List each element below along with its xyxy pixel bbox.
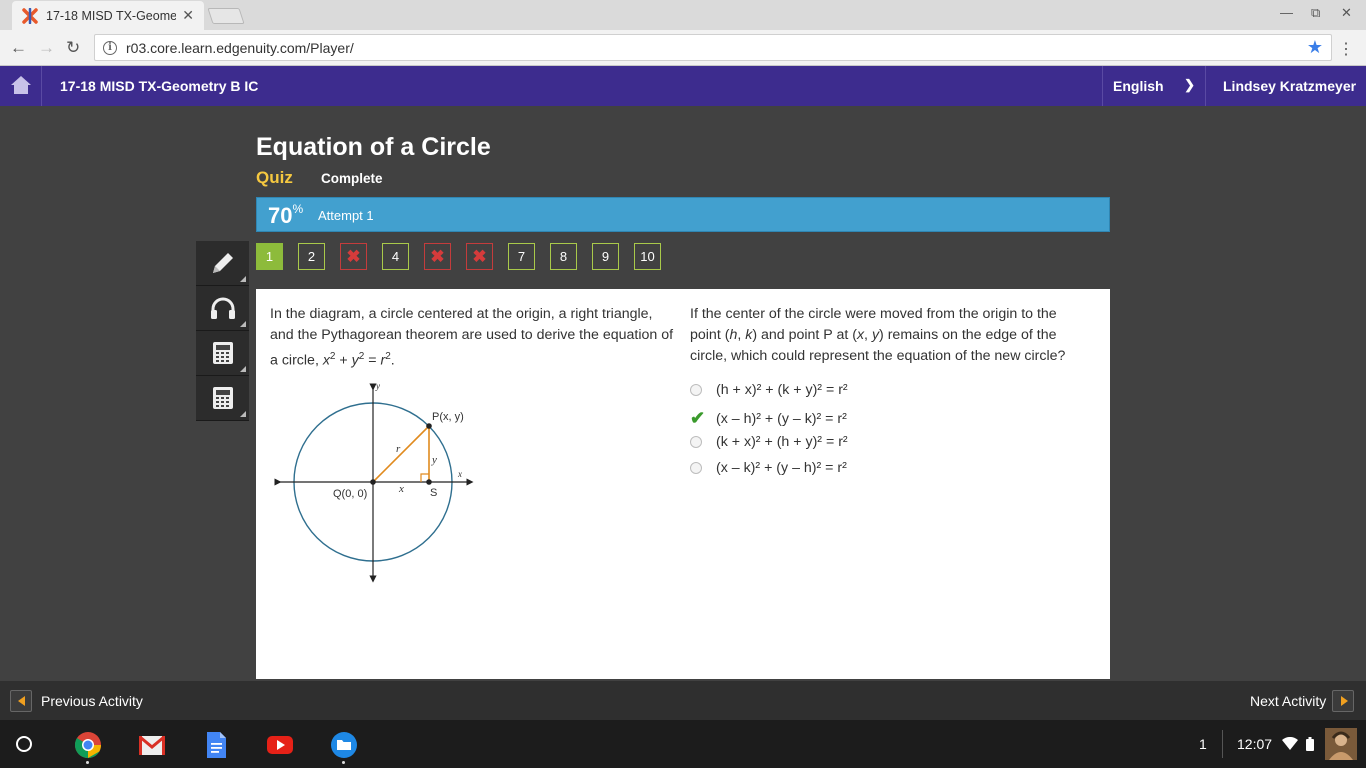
question-intro: In the diagram, a circle centered at the… (270, 306, 674, 369)
gmail-icon[interactable] (138, 731, 166, 759)
page-title: Equation of a Circle (256, 133, 491, 161)
question-button-4[interactable]: 4 (382, 243, 409, 270)
activity-status: Complete (321, 171, 383, 186)
previous-arrow-icon[interactable] (10, 690, 32, 712)
running-indicator (342, 761, 345, 764)
tab-close-icon[interactable]: ✕ (182, 7, 194, 24)
next-activity-link[interactable]: Next Activity (1250, 693, 1326, 709)
question-navigation: 1 2 ✖ 4 ✖ ✖ 7 8 9 10 (256, 243, 676, 270)
question-button-8[interactable]: 8 (550, 243, 577, 270)
app-header: 17-18 MISD TX-Geometry B IC English ❯ Li… (0, 66, 1366, 106)
browser-tab[interactable]: 17-18 MISD TX-Geometry ✕ (12, 1, 204, 30)
point-q-label: Q(0, 0) (333, 488, 367, 500)
answer-option-1[interactable]: (h + x)² + (k + y)² = r² (690, 382, 848, 398)
activity-nav-bar: Previous Activity Next Activity (0, 681, 1366, 720)
tab-title: 17-18 MISD TX-Geometry (46, 8, 177, 23)
answer-option-3[interactable]: (k + x)² + (h + y)² = r² (690, 434, 848, 450)
attempt-label: Attempt 1 (318, 208, 374, 223)
label-r: r (396, 443, 401, 455)
answer-option-4[interactable]: (x – k)² + (y – h)² = r² (690, 460, 847, 476)
google-docs-icon[interactable] (202, 731, 230, 759)
chrome-icon[interactable] (74, 731, 102, 759)
radio-button[interactable] (690, 462, 702, 474)
restore-icon[interactable]: ⧉ (1311, 5, 1320, 21)
question-button-5[interactable]: ✖ (424, 243, 451, 270)
point-p-label: P(x, y) (432, 411, 464, 423)
label-y: y (431, 454, 437, 466)
answer-text: (x – h)² + (y – k)² = r² (716, 410, 847, 427)
home-button[interactable] (0, 66, 42, 106)
language-value: English (1113, 78, 1164, 94)
browser-tabstrip: 17-18 MISD TX-Geometry ✕ — ⧉ ✕ (0, 0, 1366, 30)
tray-divider (1222, 730, 1223, 758)
notification-count[interactable]: 1 (1199, 736, 1207, 752)
origin-point (370, 479, 376, 485)
previous-activity-link[interactable]: Previous Activity (41, 693, 143, 709)
back-icon[interactable]: ← (10, 38, 27, 58)
activity-type: Quiz (256, 168, 293, 187)
answer-text: (k + x)² + (h + y)² = r² (716, 434, 848, 450)
running-indicator (86, 761, 89, 764)
score-bar: 70% Attempt 1 (256, 197, 1110, 232)
next-arrow-icon[interactable] (1332, 690, 1354, 712)
scientific-calculator-tool-button[interactable] (196, 376, 249, 421)
window-close-icon[interactable]: ✕ (1341, 5, 1352, 21)
checkmark-icon: ✔ (690, 408, 706, 428)
point-p (426, 423, 432, 429)
os-shelf: 1 12:07 (0, 720, 1366, 768)
site-info-icon[interactable]: i (103, 40, 117, 55)
browser-toolbar: ← → ↻ i r03.core.learn.edgenuity.com/Pla… (0, 30, 1366, 66)
battery-icon[interactable] (1306, 737, 1314, 751)
wifi-icon[interactable] (1282, 737, 1298, 750)
question-button-10[interactable]: 10 (634, 243, 661, 270)
reload-icon[interactable]: ↻ (66, 38, 80, 58)
audio-tool-button[interactable] (196, 286, 249, 331)
url-text: r03.core.learn.edgenuity.com/Player/ (126, 39, 354, 56)
avatar[interactable] (1325, 728, 1357, 760)
launcher-icon[interactable] (16, 736, 32, 752)
calculator-icon (212, 387, 233, 409)
x-axis-label: x (457, 469, 462, 479)
answer-text: (h + x)² + (k + y)² = r² (716, 382, 848, 398)
circle-diagram: P(x, y) Q(0, 0) S r x y x y (274, 381, 474, 583)
forward-icon[interactable]: → (38, 38, 55, 58)
bookmark-star-icon[interactable]: ★ (1307, 37, 1323, 58)
score-percent: 70% (268, 201, 304, 228)
question-panel: In the diagram, a circle centered at the… (256, 289, 1110, 679)
chevron-down-icon: ❯ (1184, 77, 1195, 92)
answer-option-2[interactable]: ✔ (x – h)² + (y – k)² = r² (690, 408, 847, 429)
files-icon[interactable] (330, 731, 358, 759)
menu-icon[interactable]: ⋮ (1338, 39, 1354, 59)
label-x: x (398, 483, 404, 495)
point-s-label: S (430, 487, 437, 499)
youtube-icon[interactable] (266, 731, 294, 759)
question-button-3[interactable]: ✖ (340, 243, 367, 270)
minimize-icon[interactable]: — (1280, 5, 1293, 20)
pencil-tool-button[interactable] (196, 241, 249, 286)
answer-text: (x – k)² + (y – h)² = r² (716, 460, 847, 476)
point-s (426, 479, 432, 485)
home-icon (11, 76, 31, 94)
question-button-1[interactable]: 1 (256, 243, 283, 270)
tools-sidebar (196, 241, 249, 421)
new-tab-button[interactable] (207, 8, 245, 24)
y-axis-label: y (375, 381, 380, 391)
course-title: 17-18 MISD TX-Geometry B IC (60, 78, 259, 94)
language-select[interactable]: English ❯ (1102, 66, 1206, 106)
clock[interactable]: 12:07 (1237, 736, 1272, 752)
user-name[interactable]: Lindsey Kratzmeyer (1223, 78, 1356, 94)
calculator-icon (212, 342, 233, 364)
address-bar[interactable]: i r03.core.learn.edgenuity.com/Player/ ★ (94, 34, 1332, 61)
pencil-icon (212, 253, 233, 273)
question-button-6[interactable]: ✖ (466, 243, 493, 270)
radio-button[interactable] (690, 436, 702, 448)
question-button-7[interactable]: 7 (508, 243, 535, 270)
question-button-2[interactable]: 2 (298, 243, 325, 270)
headphones-icon (210, 297, 235, 319)
radio-button[interactable] (690, 384, 702, 396)
calculator-tool-button[interactable] (196, 331, 249, 376)
question-prompt: If the center of the circle were moved f… (690, 306, 1066, 364)
edgenuity-favicon-icon (22, 7, 38, 24)
question-button-9[interactable]: 9 (592, 243, 619, 270)
